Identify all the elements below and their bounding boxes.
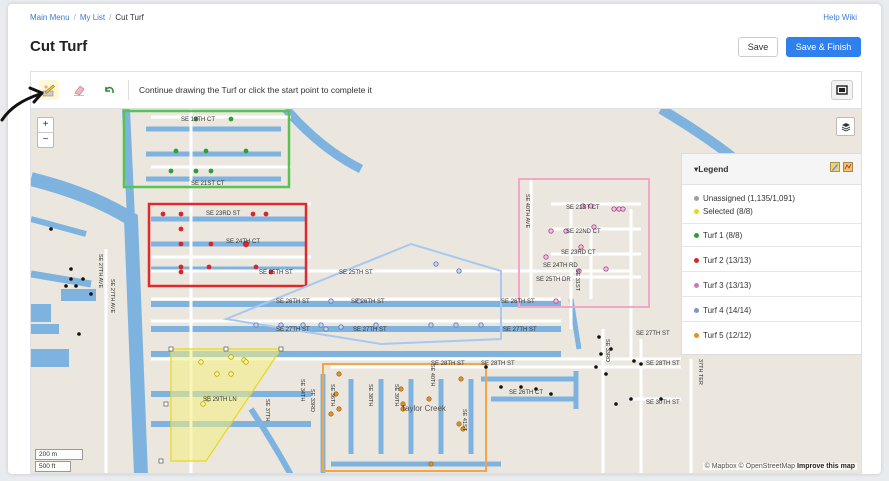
svg-text:SE 41ST: SE 41ST <box>461 409 467 432</box>
legend-turf-2[interactable]: Turf 2 (13/13) <box>694 256 751 265</box>
svg-text:SE 33RD: SE 33RD <box>309 389 315 412</box>
street-label: SE 29TH LN <box>203 397 237 403</box>
turf-4-dot-icon <box>694 308 699 313</box>
eraser-icon[interactable] <box>69 80 89 100</box>
street-label: SE 23RD ST <box>206 211 241 217</box>
save-finish-button[interactable]: Save & Finish <box>786 37 861 57</box>
scale-imperial: 500 ft <box>35 461 71 472</box>
svg-text:SE 38TH: SE 38TH <box>367 384 373 406</box>
street-label: SE 22ND CT <box>566 229 601 235</box>
turf-1-dots <box>168 116 249 174</box>
street-label: SE 21ST CT <box>566 205 600 211</box>
street-label: SE 27TH ST <box>636 331 670 337</box>
save-button[interactable]: Save <box>738 37 778 57</box>
selected-dot-icon <box>694 209 699 214</box>
legend-panel: ▾Legend Unassigned (1,135/1,091) Selecte… <box>681 153 861 355</box>
street-label: SE 28TH ST <box>481 361 515 367</box>
legend-divider <box>682 246 861 247</box>
street-label: SE 19TH CT <box>181 117 215 123</box>
scale-metric: 200 m <box>35 449 83 460</box>
svg-text:SE 31ST: SE 31ST <box>574 269 580 292</box>
drawing-toolbar: Continue drawing the Turf or click the s… <box>30 71 862 108</box>
svg-text:SE 36TH: SE 36TH <box>329 384 335 406</box>
breadcrumb-current: Cut Turf <box>115 13 144 22</box>
svg-text:SE 34TH: SE 34TH <box>299 379 305 401</box>
undo-icon[interactable] <box>99 80 119 100</box>
street-label: SE 26TH ST <box>501 299 535 305</box>
breadcrumb-my-list[interactable]: My List <box>80 13 105 22</box>
legend-divider <box>682 321 861 322</box>
street-label: SE 26TH CT <box>509 390 543 396</box>
unassigned-dot-icon <box>694 196 699 201</box>
svg-text:SE 37TH: SE 37TH <box>264 399 270 421</box>
legend-turf-label: Turf 3 (13/13) <box>703 281 752 290</box>
legend-turf-label: Turf 1 (8/8) <box>703 231 743 240</box>
map-attribution: © Mapbox © OpenStreetMap Improve this ma… <box>702 463 857 470</box>
street-label: SE 27TH ST <box>276 327 310 333</box>
legend-header[interactable]: ▾Legend <box>682 154 861 185</box>
street-label: SE 25TH ST <box>259 270 293 276</box>
street-label: SE 26TH ST <box>276 299 310 305</box>
svg-text:SE 40TH AVE: SE 40TH AVE <box>524 194 530 228</box>
zoom-out-button[interactable]: − <box>38 133 53 147</box>
map-view-icon[interactable] <box>843 162 853 172</box>
water-label: Taylor Creek <box>401 404 447 413</box>
street-label: SE 27TH ST <box>503 327 537 333</box>
street-label: SE 21ST CT <box>191 181 225 187</box>
legend-selected[interactable]: Selected (8/8) <box>694 207 753 216</box>
water-blocks <box>31 289 96 367</box>
svg-text:SE 27TH AVE: SE 27TH AVE <box>97 254 103 288</box>
turf-3-dot-icon <box>694 283 699 288</box>
turf-1-dot-icon <box>694 233 699 238</box>
turf-5-dot-icon <box>694 333 699 338</box>
legend-turf-label: Turf 4 (14/14) <box>703 306 752 315</box>
legend-unassigned[interactable]: Unassigned (1,135/1,091) <box>694 194 795 203</box>
help-wiki-link[interactable]: Help Wiki <box>823 13 857 22</box>
edit-turf-icon[interactable] <box>830 162 840 172</box>
street-label: SE 25TH DR <box>536 277 571 283</box>
street-label: SE 24TH RD <box>543 263 578 269</box>
attribution-text[interactable]: © Mapbox © OpenStreetMap <box>705 463 795 470</box>
turf-map[interactable]: SE 19TH CT SE 21ST CT SE 23RD ST SE 24TH… <box>30 108 862 474</box>
legend-unassigned-label: Unassigned (1,135/1,091) <box>703 194 796 203</box>
street-label: SE 23RD CT <box>561 250 596 256</box>
legend-turf-5[interactable]: Turf 5 (12/12) <box>694 331 751 340</box>
cut-turf-page: Main Menu / My List / Cut Turf Help Wiki Cut… <box>8 4 881 474</box>
street-label: SE 25TH ST <box>339 270 373 276</box>
water-channels <box>31 109 745 473</box>
svg-text:SE 33RD: SE 33RD <box>604 339 610 362</box>
page-title: Cut Turf <box>30 38 88 55</box>
toolbar-divider <box>128 80 129 100</box>
legend-turf-3[interactable]: Turf 3 (13/13) <box>694 281 751 290</box>
legend-title[interactable]: ▾Legend <box>694 164 729 175</box>
breadcrumb-main-menu[interactable]: Main Menu <box>30 13 70 22</box>
fullscreen-icon[interactable] <box>831 80 853 100</box>
street-label: SE 30TH ST <box>646 400 680 406</box>
svg-text:SE 39TH: SE 39TH <box>393 384 399 406</box>
legend-turf-label: Turf 2 (13/13) <box>703 256 752 265</box>
breadcrumb: Main Menu / My List / Cut Turf <box>30 13 144 22</box>
svg-text:SE 27TH AVE: SE 27TH AVE <box>109 279 115 313</box>
legend-divider <box>682 271 861 272</box>
improve-map-link[interactable]: Improve this map <box>797 463 855 470</box>
svg-text:37TH TER: 37TH TER <box>697 359 703 385</box>
street-label: SE 28TH ST <box>431 361 465 367</box>
legend-divider <box>682 223 861 224</box>
annotation-arrow-icon <box>0 86 44 122</box>
legend-turf-label: Turf 5 (12/12) <box>703 331 752 340</box>
street-label: SE 27TH ST <box>353 327 387 333</box>
street-label: SE 28TH ST <box>646 361 680 367</box>
legend-turf-1[interactable]: Turf 1 (8/8) <box>694 231 742 240</box>
turf-2-dot-icon <box>694 258 699 263</box>
drawing-instruction: Continue drawing the Turf or click the s… <box>139 85 372 95</box>
street-label: SE 24TH CT <box>226 239 260 245</box>
street-label: SE 26TH ST <box>351 299 385 305</box>
legend-turf-4[interactable]: Turf 4 (14/14) <box>694 306 751 315</box>
legend-selected-label: Selected (8/8) <box>703 207 753 216</box>
svg-text:SE 40TH: SE 40TH <box>429 364 435 386</box>
legend-divider <box>682 296 861 297</box>
layers-icon[interactable] <box>836 117 855 136</box>
